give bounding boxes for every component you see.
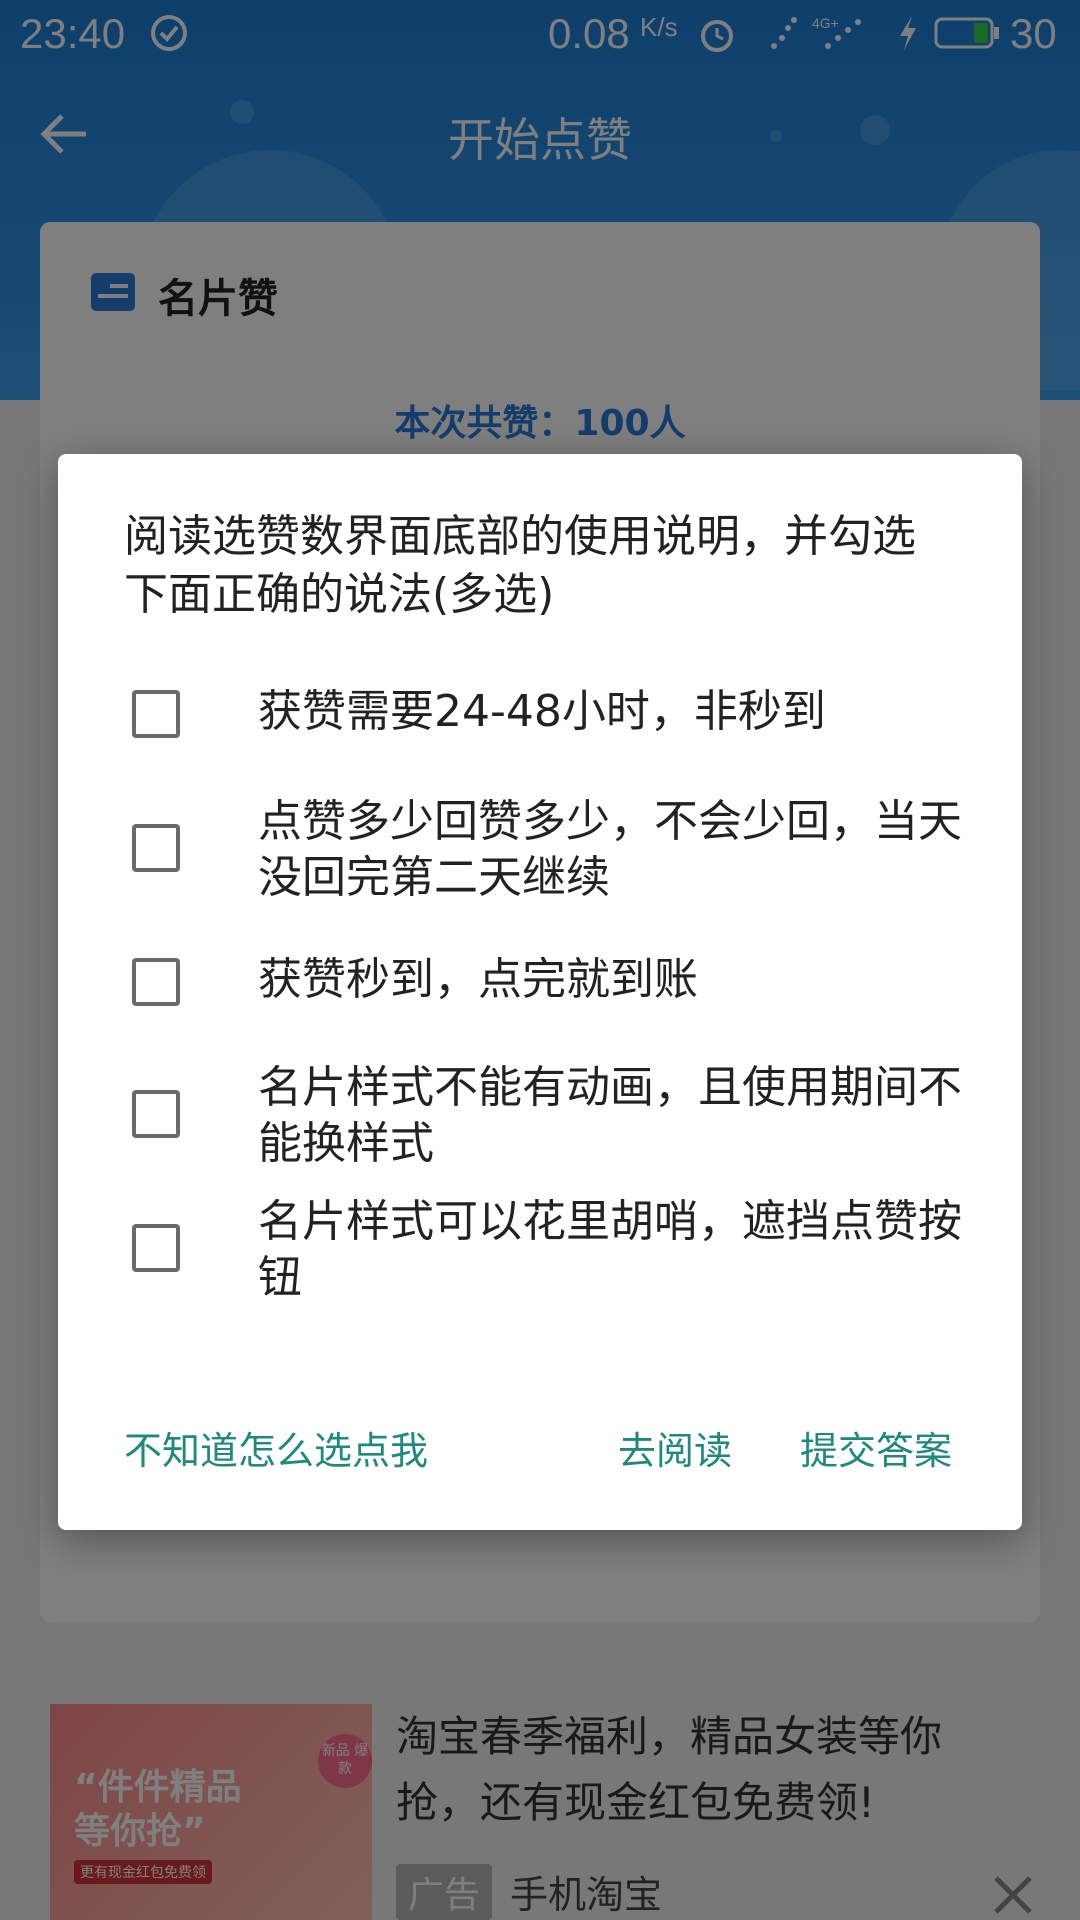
read-button[interactable]: 去阅读 xyxy=(618,1420,732,1475)
submit-button[interactable]: 提交答案 xyxy=(800,1420,952,1475)
help-button[interactable]: 不知道怎么选点我 xyxy=(124,1420,428,1475)
option-label: 获赞需要24-48小时，非秒到 xyxy=(258,686,826,737)
checkbox[interactable] xyxy=(132,1090,180,1138)
checkbox[interactable] xyxy=(132,1224,180,1272)
option-label: 名片样式不能有动画，且使用期间不能换样式 xyxy=(258,1062,962,1169)
dialog-title: 阅读选赞数界面底部的使用说明，并勾选下面正确的说法(多选) xyxy=(124,511,916,620)
checkbox[interactable] xyxy=(132,824,180,872)
option-label: 点赞多少回赞多少，不会少回，当天没回完第二天继续 xyxy=(258,796,962,903)
option-label: 获赞秒到，点完就到账 xyxy=(258,954,698,1005)
checkbox[interactable] xyxy=(132,958,180,1006)
quiz-dialog: 阅读选赞数界面底部的使用说明，并勾选下面正确的说法(多选) 获赞需要24-48小… xyxy=(58,454,1022,1530)
option-label: 名片样式可以花里胡哨，遮挡点赞按钮 xyxy=(258,1196,962,1303)
checkbox[interactable] xyxy=(132,690,180,738)
